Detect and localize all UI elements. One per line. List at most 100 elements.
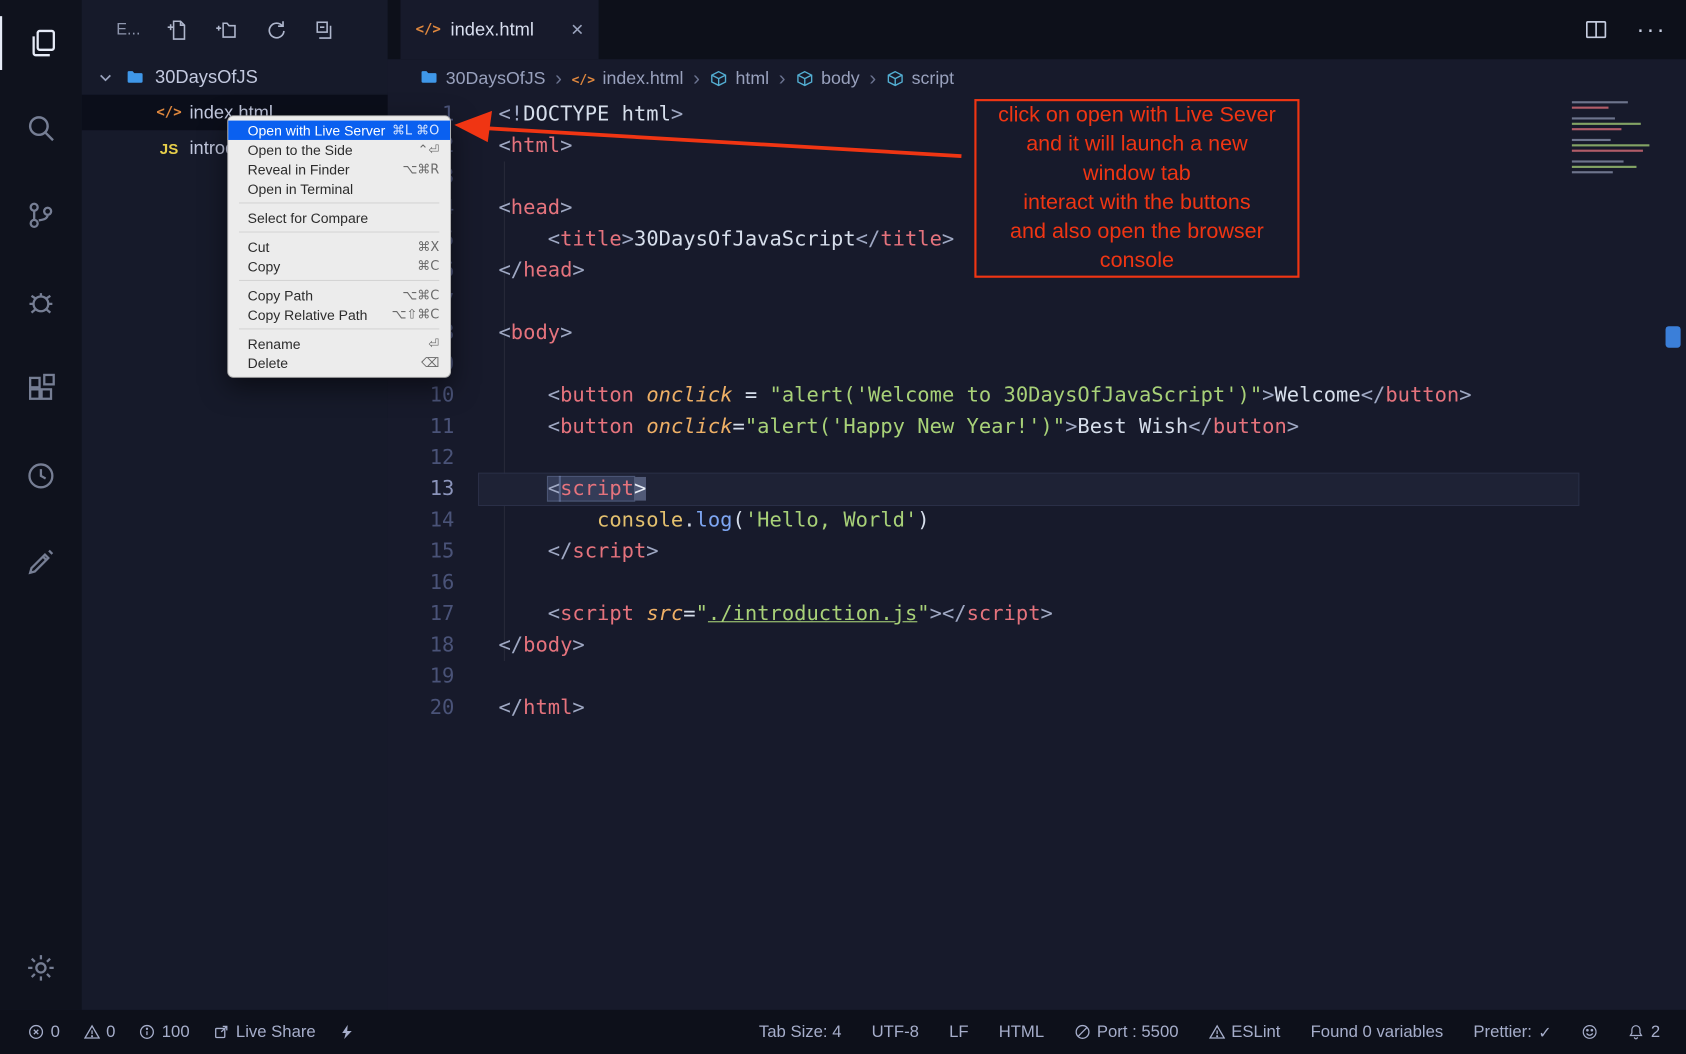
code-line-11[interactable]: <button onclick="alert('Happy New Year!'…: [479, 411, 1578, 442]
live-share-button[interactable]: Live Share: [213, 1022, 315, 1041]
feedback-smiley[interactable]: [1582, 1024, 1598, 1040]
new-file-icon[interactable]: [164, 18, 188, 42]
breadcrumb-item-body[interactable]: body: [795, 69, 859, 89]
code-line-18[interactable]: </body>: [479, 630, 1578, 661]
bolt-icon[interactable]: [339, 1024, 355, 1040]
more-actions-icon[interactable]: ···: [1636, 16, 1666, 44]
menu-item-select-for-compare[interactable]: Select for Compare: [228, 208, 450, 227]
breadcrumb-label: 30DaysOfJS: [446, 69, 546, 89]
menu-item-reveal-in-finder[interactable]: Reveal in Finder⌥⌘R: [228, 159, 450, 178]
code-line-9[interactable]: [479, 349, 1578, 380]
menu-separator: [239, 328, 439, 329]
code-line-15[interactable]: </script>: [479, 536, 1578, 567]
breadcrumb-label: body: [821, 69, 860, 89]
problems-warnings[interactable]: 0: [84, 1022, 116, 1041]
annotation-box: click on open with Live Sever and it wil…: [974, 99, 1299, 278]
breadcrumb-label: index.html: [603, 69, 684, 89]
breadcrumb-item-folder[interactable]: 30DaysOfJS: [420, 67, 546, 91]
tab-size-indicator[interactable]: Tab Size: 4: [759, 1022, 842, 1041]
line-number: 11: [388, 411, 455, 442]
breadcrumb-item-html[interactable]: html: [710, 69, 769, 89]
symbol-cube-icon: [886, 70, 904, 88]
js-file-icon: JS: [155, 139, 183, 156]
search-icon[interactable]: [0, 101, 82, 155]
menu-separator: [239, 280, 439, 281]
activity-bar: [0, 0, 82, 1010]
code-line-14[interactable]: console.log('Hello, World'): [479, 505, 1578, 536]
context-menu: Open with Live Server⌘L ⌘OOpen to the Si…: [227, 115, 451, 378]
error-circle-icon: [28, 1024, 44, 1040]
collapse-all-icon[interactable]: [313, 18, 337, 42]
menu-item-open-with-live-server[interactable]: Open with Live Server⌘L ⌘O: [228, 121, 450, 140]
code-line-13[interactable]: <script>: [479, 474, 1578, 505]
chevron-right-icon: ›: [779, 67, 786, 91]
status-bar: 0 0 100 Live Share Tab Size: 4 UTF-8 LF …: [0, 1010, 1686, 1054]
html-file-icon: </>: [416, 22, 441, 38]
pen-icon[interactable]: [0, 535, 82, 589]
menu-item-copy-relative-path[interactable]: Copy Relative Path⌥⇧⌘C: [228, 305, 450, 324]
explorer-header-label: E...: [116, 20, 140, 38]
live-server-port[interactable]: Port : 5500: [1074, 1022, 1178, 1041]
source-control-icon[interactable]: [0, 188, 82, 242]
eol-indicator[interactable]: LF: [949, 1022, 968, 1041]
warning-triangle-icon: [84, 1024, 100, 1040]
folder-row-30daysofjs[interactable]: 30DaysOfJS: [82, 59, 388, 95]
timeline-clock-icon[interactable]: [0, 449, 82, 503]
code-line-12[interactable]: [479, 442, 1578, 473]
eslint-status[interactable]: ESLint: [1209, 1022, 1281, 1041]
html-file-icon: </>: [572, 72, 595, 87]
settings-gear-icon[interactable]: [0, 941, 82, 995]
line-number: 15: [388, 536, 455, 567]
new-folder-icon[interactable]: [214, 18, 238, 42]
line-number: 12: [388, 442, 455, 473]
code-line-10[interactable]: <button onclick = "alert('Welcome to 30D…: [479, 380, 1578, 411]
problems-errors[interactable]: 0: [28, 1022, 60, 1041]
tab-index-html[interactable]: </> index.html ×: [401, 0, 599, 59]
annotation-text: and it will launch a new: [977, 130, 1298, 159]
line-number: 20: [388, 692, 455, 723]
info-circle-icon: [139, 1024, 155, 1040]
info-count[interactable]: 100: [139, 1022, 189, 1041]
breadcrumb-label: script: [912, 69, 954, 89]
code-line-20[interactable]: </html>: [479, 692, 1578, 723]
folder-icon: [121, 68, 149, 86]
code-line-8[interactable]: <body>: [479, 318, 1578, 349]
language-mode-indicator[interactable]: HTML: [999, 1022, 1044, 1041]
extensions-icon[interactable]: [0, 362, 82, 416]
live-share-icon: [213, 1024, 229, 1040]
bell-icon: [1628, 1024, 1644, 1040]
menu-item-open-in-terminal[interactable]: Open in Terminal: [228, 179, 450, 198]
chevron-down-icon: [97, 68, 121, 85]
split-editor-icon[interactable]: [1584, 17, 1609, 42]
annotation-text: interact with the buttons: [977, 188, 1298, 217]
close-icon[interactable]: ×: [571, 19, 584, 41]
code-line-16[interactable]: [479, 567, 1578, 598]
breadcrumb: 30DaysOfJS › </> index.html › html › bod…: [388, 59, 1686, 99]
refresh-icon[interactable]: [263, 18, 287, 42]
menu-item-cut[interactable]: Cut⌘X: [228, 237, 450, 256]
annotation-text: console: [977, 247, 1298, 276]
annotation-text: window tab: [977, 159, 1298, 188]
status-right: Tab Size: 4 UTF-8 LF HTML Port : 5500 ES…: [729, 1022, 1660, 1041]
encoding-indicator[interactable]: UTF-8: [872, 1022, 919, 1041]
run-debug-icon[interactable]: [0, 276, 82, 330]
breadcrumb-item-file[interactable]: </> index.html: [572, 69, 684, 89]
code-line-17[interactable]: <script src="./introduction.js"></script…: [479, 599, 1578, 630]
breadcrumb-item-script[interactable]: script: [886, 69, 954, 89]
minimap[interactable]: [1565, 101, 1664, 176]
menu-item-copy[interactable]: Copy⌘C: [228, 256, 450, 275]
code-line-7[interactable]: [479, 286, 1578, 317]
code-line-19[interactable]: [479, 661, 1578, 692]
notifications-bell[interactable]: 2: [1628, 1022, 1660, 1041]
menu-item-open-to-the-side[interactable]: Open to the Side⌃⏎: [228, 140, 450, 159]
prettier-status[interactable]: Prettier: ✓: [1473, 1022, 1551, 1041]
menu-item-copy-path[interactable]: Copy Path⌥⌘C: [228, 285, 450, 304]
annotation-text: click on open with Live Sever: [977, 101, 1298, 130]
variables-indicator[interactable]: Found 0 variables: [1311, 1022, 1444, 1041]
warning-triangle-icon: [1209, 1024, 1225, 1040]
explorer-icon[interactable]: [0, 16, 84, 70]
menu-item-rename[interactable]: Rename⏎: [228, 334, 450, 353]
scrollbar-marker: [1666, 326, 1681, 348]
menu-item-delete[interactable]: Delete⌫: [228, 353, 450, 372]
line-number: 16: [388, 567, 455, 598]
